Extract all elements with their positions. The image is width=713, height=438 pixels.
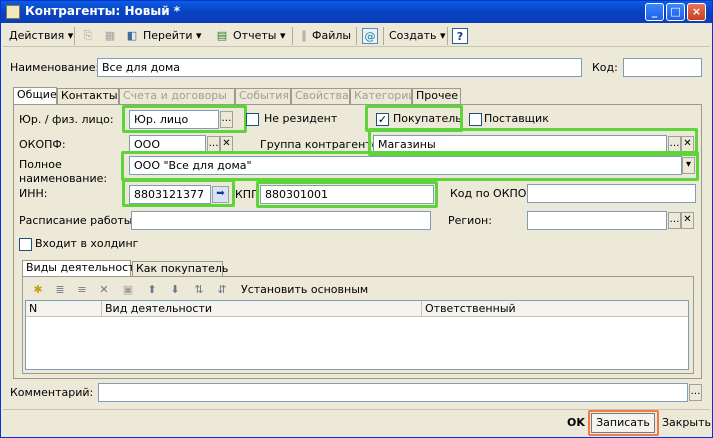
- toolbar-separator: [356, 27, 357, 45]
- dropdown-arrow-icon: ▾: [279, 29, 286, 42]
- email-icon[interactable]: @: [362, 28, 378, 44]
- actions-label: Действия: [9, 29, 65, 42]
- full-name-label: Полное наименование:: [19, 158, 108, 185]
- end-edit-icon[interactable]: ▣: [120, 282, 136, 298]
- okopf-label: ОКОПФ:: [19, 138, 66, 151]
- schedule-input[interactable]: [131, 211, 431, 230]
- tab-as-buyer[interactable]: Как покупатель: [132, 261, 228, 277]
- files-button[interactable]: Файлы: [310, 27, 353, 45]
- tab-accounts-contracts[interactable]: Счета и договоры: [119, 88, 235, 104]
- column-header-activity[interactable]: Вид деятельности: [102, 301, 422, 317]
- reports-icon: ▤: [216, 29, 228, 42]
- dropdown-arrow-icon: ▾: [67, 29, 74, 42]
- name-input[interactable]: Все для дома: [97, 58, 582, 77]
- delete-row-icon[interactable]: ✕: [96, 282, 112, 298]
- create-label: Создать: [389, 29, 437, 42]
- comment-input[interactable]: [98, 383, 688, 402]
- column-header-n[interactable]: N: [26, 301, 102, 317]
- highlight-box: [256, 181, 438, 208]
- region-input[interactable]: [527, 211, 667, 230]
- move-up-icon[interactable]: ⬆: [144, 282, 160, 298]
- schedule-label: Расписание работы:: [19, 214, 137, 227]
- tab-events[interactable]: События: [235, 88, 291, 104]
- region-label: Регион:: [448, 214, 492, 227]
- window-title: Контрагенты: Новый *: [25, 4, 181, 18]
- activities-table: N Вид деятельности Ответственный: [25, 300, 689, 370]
- dropdown-arrow-icon: ▾: [440, 29, 446, 42]
- select-button[interactable]: …: [689, 384, 702, 401]
- comment-label: Комментарий:: [10, 386, 94, 399]
- supplier-checkbox[interactable]: [469, 113, 482, 126]
- reports-menu[interactable]: Отчеты ▾: [231, 27, 287, 45]
- highlight-box: [122, 105, 247, 133]
- goto-menu[interactable]: Перейти ▾: [141, 27, 204, 45]
- clear-icon[interactable]: ✕: [681, 212, 694, 229]
- holding-checkbox[interactable]: [19, 238, 32, 251]
- tab-activities[interactable]: Виды деятельности: [22, 260, 142, 277]
- nonresident-label: Не резидент: [264, 112, 338, 125]
- document-icon: [6, 5, 20, 19]
- help-button[interactable]: ?: [452, 28, 468, 44]
- close-button[interactable]: ×: [687, 3, 706, 21]
- sort-ascending-icon[interactable]: ⇅: [191, 282, 207, 298]
- code-label: Код:: [592, 61, 618, 74]
- highlight-box: [121, 151, 699, 181]
- copy-icon[interactable]: ⎘: [80, 28, 96, 44]
- toolbar-separator: [447, 27, 448, 45]
- tab-properties[interactable]: Свойства: [291, 88, 350, 104]
- ok-button[interactable]: OK: [567, 416, 585, 430]
- copy-row-icon[interactable]: ≣: [52, 282, 68, 298]
- nonresident-checkbox[interactable]: [246, 113, 259, 126]
- inn-label: ИНН:: [19, 187, 48, 200]
- supplier-label: Поставщик: [484, 112, 549, 125]
- dropdown-arrow-icon: ▾: [196, 29, 202, 42]
- tab-contacts[interactable]: Контакты: [57, 88, 119, 104]
- highlight-box: [122, 179, 235, 207]
- close-form-button[interactable]: Закрыть: [662, 416, 711, 430]
- tab-general[interactable]: Общие: [13, 87, 57, 105]
- minimize-button[interactable]: _: [645, 3, 664, 21]
- sort-descending-icon[interactable]: ⇵: [214, 282, 230, 298]
- toolbar-separator: [74, 27, 75, 45]
- title-bar: Контрагенты: Новый * _ □ ×: [1, 1, 712, 23]
- tab-categories[interactable]: Категории: [350, 88, 416, 104]
- tab-other[interactable]: Прочее: [412, 88, 461, 104]
- toolbar-separator: [292, 27, 293, 45]
- toolbar-separator: [383, 27, 384, 45]
- maximize-button[interactable]: □: [666, 3, 685, 21]
- select-button[interactable]: …: [668, 212, 681, 229]
- reports-label: Отчеты: [233, 29, 277, 42]
- column-header-responsible[interactable]: Ответственный: [422, 301, 688, 317]
- entity-type-label: Юр. / физ. лицо:: [19, 113, 114, 126]
- holding-label: Входит в холдинг: [35, 237, 139, 250]
- okpo-input[interactable]: [527, 184, 696, 203]
- add-row-icon[interactable]: ✱: [30, 282, 46, 298]
- goto-icon: ◧: [126, 29, 138, 42]
- move-down-icon[interactable]: ⬇: [167, 282, 183, 298]
- okpo-label: Код по ОКПО:: [450, 187, 531, 200]
- actions-menu[interactable]: Действия ▾: [7, 27, 75, 45]
- name-label: Наименование:: [10, 61, 100, 74]
- window: Контрагенты: Новый * _ □ × Действия ▾ ⎘ …: [0, 0, 713, 438]
- toolbar: Действия ▾ ⎘ ▦ ◧ Перейти ▾ ▤ Отчеты ▾ ∥ …: [3, 24, 710, 47]
- set-main-button[interactable]: Установить основным: [241, 283, 368, 297]
- edit-icon[interactable]: ▦: [102, 28, 118, 44]
- goto-label: Перейти: [143, 29, 193, 42]
- code-input[interactable]: [623, 58, 702, 77]
- create-menu[interactable]: Создать ▾: [387, 27, 448, 45]
- highlight-box: [588, 410, 659, 436]
- edit-row-icon[interactable]: ≡: [74, 282, 90, 298]
